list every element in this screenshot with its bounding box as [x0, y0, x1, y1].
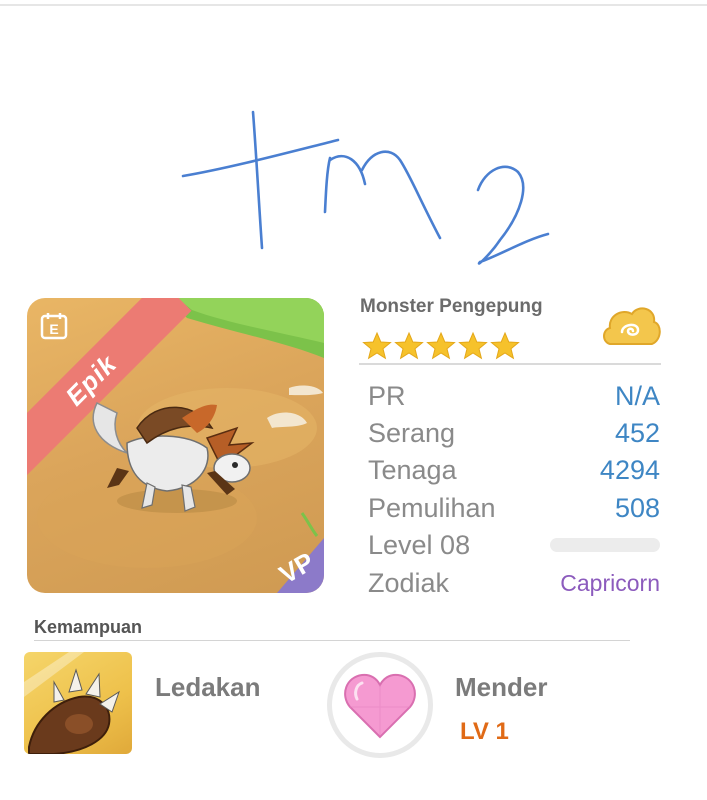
level-row: Level 08 — [368, 527, 660, 563]
heart-icon — [344, 673, 416, 739]
vp-badge-icon: VP — [274, 546, 319, 589]
zodiac-row: Zodiak Capricorn — [368, 565, 660, 601]
stat-row-tenaga: Tenaga 4294 — [368, 452, 660, 488]
star-icon — [458, 331, 488, 360]
stat-row-serang: Serang 452 — [368, 415, 660, 451]
star-icon — [490, 331, 520, 360]
ability-name-mender: Mender — [455, 672, 548, 702]
svg-text:VP: VP — [274, 546, 319, 589]
stat-label: Pemulihan — [368, 492, 496, 523]
stat-value: 452 — [614, 417, 660, 448]
stat-value: 4294 — [599, 454, 660, 485]
monster-illustration — [92, 401, 255, 513]
stat-label: PR — [368, 380, 406, 411]
svg-text:E: E — [49, 321, 58, 337]
stat-value: N/A — [614, 380, 660, 411]
ability-level-badge: LV 1 — [460, 718, 509, 745]
star-icon — [362, 331, 392, 360]
cloud-icon[interactable] — [600, 302, 662, 354]
abilities-title: Kemampuan — [34, 617, 143, 637]
level-progress-bar — [550, 538, 660, 552]
star-rating — [362, 331, 520, 361]
stat-row-pemulihan: Pemulihan 508 — [368, 490, 660, 526]
stat-label: Serang — [368, 417, 456, 448]
stat-row-pr: PR N/A — [368, 378, 660, 414]
claw-icon[interactable] — [24, 652, 132, 754]
star-icon — [394, 331, 424, 360]
level-label: Level 08 — [368, 529, 471, 560]
stat-value: 508 — [614, 492, 660, 523]
zodiac-label: Zodiak — [368, 567, 450, 598]
handwriting-annotation — [181, 110, 550, 265]
stat-label: Tenaga — [368, 454, 457, 485]
stats-divider — [359, 363, 661, 365]
ability-mender-button[interactable] — [327, 652, 433, 758]
zodiac-value: Capricorn — [560, 569, 660, 596]
ability-name-ledakan: Ledakan — [155, 672, 261, 702]
monster-species: Monster Pengepung — [360, 296, 543, 317]
abilities-divider — [34, 640, 630, 641]
monster-card[interactable]: Epik E VP — [27, 298, 324, 593]
book-icon[interactable]: E — [39, 311, 69, 341]
star-icon — [426, 331, 456, 360]
